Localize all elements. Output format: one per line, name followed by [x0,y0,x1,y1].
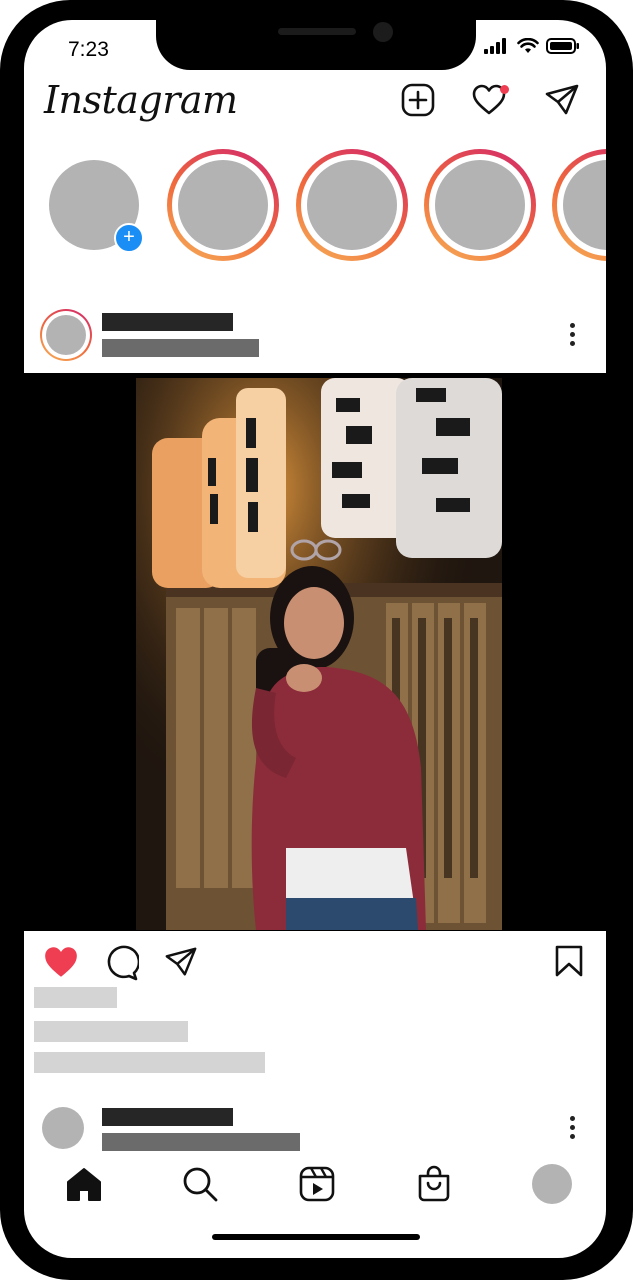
phone-frame: 7:23 Instagram + [0,0,633,1280]
post-photo[interactable] [136,378,502,930]
notch [156,20,476,70]
post-author-name-placeholder[interactable] [102,313,233,331]
post-menu-kebab-icon[interactable] [570,323,576,346]
comment-icon[interactable] [103,945,139,981]
post-header [24,304,606,372]
search-icon[interactable] [180,1164,220,1204]
next-post-header [24,1102,606,1162]
likes-count-placeholder[interactable] [34,987,117,1008]
next-post-location-placeholder [102,1133,300,1151]
next-post-menu-kebab-icon[interactable] [570,1116,576,1139]
direct-message-icon[interactable] [544,82,580,118]
notification-dot [500,85,509,94]
screen: 7:23 Instagram + [24,20,606,1258]
next-post-avatar[interactable] [42,1107,84,1149]
post-location-placeholder [102,339,259,357]
speaker [278,28,356,35]
home-icon[interactable] [64,1164,104,1204]
battery-icon [546,38,579,54]
status-time: 7:23 [68,38,109,61]
story-item[interactable] [167,149,279,261]
status-icons [484,38,580,54]
stories-tray: + [24,148,606,264]
reels-icon[interactable] [297,1164,337,1204]
wifi-icon [517,38,539,53]
post-author-avatar[interactable] [40,309,92,361]
signal-icon [484,38,506,54]
photo-illustration [136,378,502,930]
next-post-author-placeholder[interactable] [102,1108,233,1126]
activity-button[interactable] [471,82,509,118]
story-item[interactable] [296,149,408,261]
story-item[interactable] [552,149,606,261]
new-post-icon[interactable] [400,82,436,118]
front-camera [373,22,393,42]
story-item[interactable] [424,149,536,261]
profile-avatar[interactable] [532,1164,572,1204]
comments-link-placeholder[interactable] [34,1052,265,1073]
bottom-tab-bar [24,1164,606,1214]
post-actions [24,940,606,984]
like-heart-icon[interactable] [42,944,80,980]
caption-line-placeholder [34,1021,188,1042]
post-media-area [24,373,606,931]
shop-icon[interactable] [414,1164,454,1204]
add-story-button[interactable]: + [114,223,144,253]
instagram-logo[interactable]: Instagram [44,78,238,122]
share-icon[interactable] [164,945,198,979]
home-indicator[interactable] [212,1234,420,1240]
bookmark-icon[interactable] [554,944,584,978]
